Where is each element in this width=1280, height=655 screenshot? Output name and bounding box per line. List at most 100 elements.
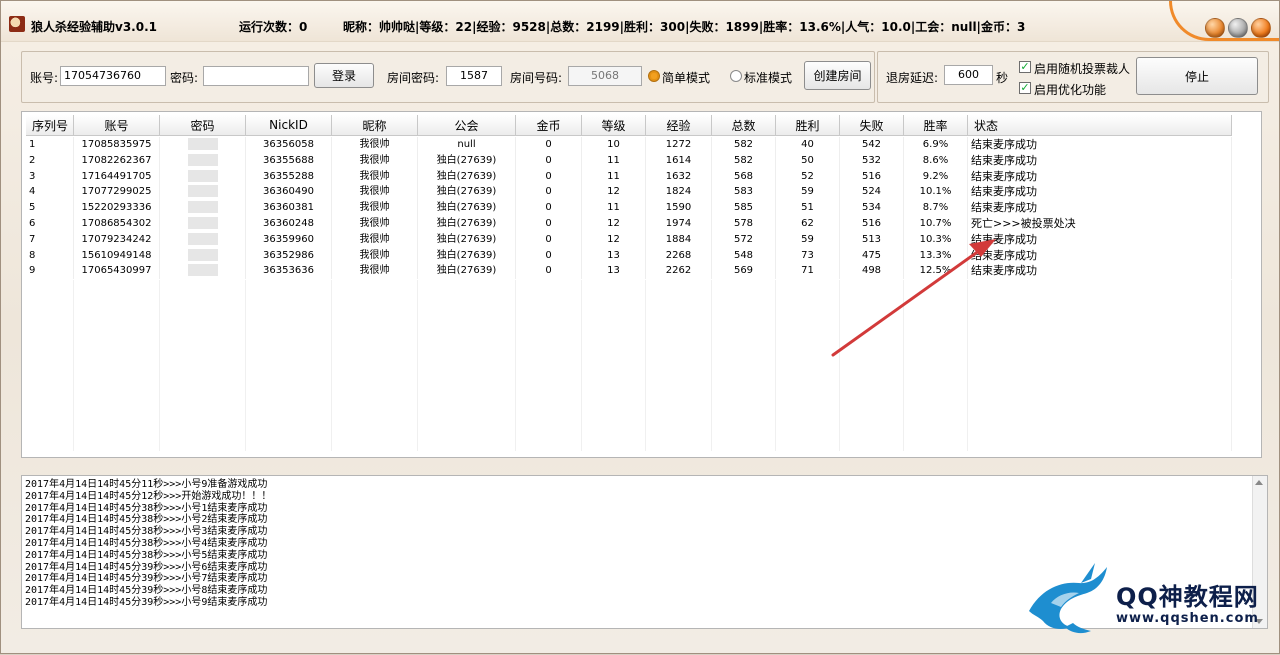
column-header[interactable]: 失败	[840, 115, 904, 136]
table-row[interactable]: 5 15220293336 36360381 我很帅 独白(27639) 0 11 1590 5…	[26, 200, 1257, 216]
column-header[interactable]: 公会	[418, 115, 516, 136]
table-cell: 11	[582, 168, 646, 185]
table-cell: 2268	[646, 247, 712, 264]
simple-mode-label: 简单模式	[662, 71, 711, 85]
scroll-up-icon[interactable]	[1255, 480, 1263, 485]
password-input[interactable]	[203, 66, 309, 86]
login-group: 账号: 17054736760 密码: 登录 房间密码: 1587 房间号码: …	[21, 51, 875, 103]
table-row[interactable]: 1 17085835975 36356058 我很帅 null 0 10 1272 582 40 5…	[26, 137, 1257, 153]
table-cell: 548	[712, 247, 776, 264]
table-cell: 513	[840, 231, 904, 248]
column-header[interactable]: 序列号	[26, 115, 74, 136]
table-cell: 0	[516, 263, 582, 280]
minimize-button[interactable]	[1205, 18, 1225, 38]
room-password-input[interactable]: 1587	[446, 66, 502, 86]
table-cell: 40	[776, 137, 840, 153]
maximize-button[interactable]	[1228, 18, 1248, 38]
account-input[interactable]: 17054736760	[60, 66, 166, 86]
empty-column	[840, 280, 904, 451]
table-cell: 582	[712, 137, 776, 153]
column-header[interactable]: 等级	[582, 115, 646, 136]
table-cell: 0	[516, 184, 582, 201]
table-cell: 1590	[646, 200, 712, 216]
empty-column	[712, 280, 776, 451]
table-cell: 10.7%	[904, 215, 968, 232]
table-row[interactable]: 8 15610949148 36352986 我很帅 独白(27639) 0 13 2268 5…	[26, 247, 1257, 264]
column-header[interactable]: 金币	[516, 115, 582, 136]
table-cell: 17079234242	[74, 231, 160, 248]
table-cell: 独白(27639)	[418, 152, 516, 169]
table-cell: 36360248	[246, 215, 332, 232]
log-line: 2017年4月14日14时45分12秒>>>开始游戏成功！！！	[25, 490, 272, 502]
empty-column	[332, 280, 418, 451]
room-number-input[interactable]: 5068	[568, 66, 642, 86]
column-header[interactable]: 总数	[712, 115, 776, 136]
table-cell: 59	[776, 231, 840, 248]
table-row[interactable]: 4 17077299025 36360490 我很帅 独白(27639) 0 12 1824 5…	[26, 184, 1257, 201]
standard-mode-label: 标准模式	[744, 71, 793, 85]
column-header[interactable]: 经验	[646, 115, 712, 136]
column-header[interactable]: 状态	[968, 115, 1232, 136]
close-button[interactable]	[1251, 18, 1271, 38]
table-cell: 498	[840, 263, 904, 280]
run-count: 运行次数：0	[239, 20, 308, 34]
table-cell: 569	[712, 263, 776, 280]
table-cell: 0	[516, 200, 582, 216]
table-row[interactable]: 9 17065430997 36353636 我很帅 独白(27639) 0 13 2262 5…	[26, 263, 1257, 280]
table-cell: 我很帅	[332, 263, 418, 280]
table-cell: 我很帅	[332, 200, 418, 216]
table-cell: 2	[26, 152, 74, 169]
column-header[interactable]: 胜率	[904, 115, 968, 136]
table-cell: 534	[840, 200, 904, 216]
room-number-label: 房间号码:	[510, 71, 563, 85]
table-row[interactable]: 6 17086854302 36360248 我很帅 独白(27639) 0 12 1974 5…	[26, 215, 1257, 232]
table-cell: 1614	[646, 152, 712, 169]
exit-delay-input[interactable]: 600	[944, 65, 993, 85]
table-cell: 0	[516, 152, 582, 169]
table-row[interactable]: 7 17079234242 36359960 我很帅 独白(27639) 0 12 1884 5…	[26, 231, 1257, 248]
optimize-label: 启用优化功能	[1034, 83, 1107, 97]
log-line: 2017年4月14日14时45分38秒>>>小号5结束麦序成功	[25, 549, 268, 561]
table-cell: 3	[26, 168, 74, 185]
table-cell: 572	[712, 231, 776, 248]
random-vote-checkbox[interactable]: ✓	[1019, 61, 1031, 73]
simple-mode-radio[interactable]	[648, 70, 660, 82]
table-cell: 结束麦序成功	[968, 184, 1232, 201]
table-cell: 50	[776, 152, 840, 169]
column-header[interactable]: NickID	[246, 115, 332, 136]
column-header[interactable]: 胜利	[776, 115, 840, 136]
table-cell: 62	[776, 215, 840, 232]
column-header[interactable]: 昵称	[332, 115, 418, 136]
optimize-checkbox[interactable]: ✓	[1019, 82, 1031, 94]
password-label: 密码:	[170, 71, 199, 85]
column-header[interactable]: 账号	[74, 115, 160, 136]
empty-column	[74, 280, 160, 451]
table-cell: 13	[582, 247, 646, 264]
table-cell: 1884	[646, 231, 712, 248]
table-row[interactable]: 2 17082262367 36355688 我很帅 独白(27639) 0 11 1614 5…	[26, 152, 1257, 169]
table-cell: 结束麦序成功	[968, 137, 1232, 153]
table-cell: 结束麦序成功	[968, 152, 1232, 169]
column-header[interactable]: 密码	[160, 115, 246, 136]
table-cell: 6	[26, 215, 74, 232]
table-cell: 51	[776, 200, 840, 216]
table-cell: 568	[712, 168, 776, 185]
table-cell: 8.6%	[904, 152, 968, 169]
empty-column	[246, 280, 332, 451]
table-body: 1 17085835975 36356058 我很帅 null 0 10 1272 582 40 5…	[26, 137, 1257, 280]
login-button[interactable]: 登录	[314, 63, 374, 88]
table-cell: 7	[26, 231, 74, 248]
dragon-logo-icon	[1029, 563, 1107, 634]
table-cell	[160, 168, 246, 185]
table-cell: 73	[776, 247, 840, 264]
watermark: QQ神教程网 www.qqshen.com	[1021, 559, 1271, 639]
exit-delay-label: 退房延迟:	[886, 71, 939, 85]
log-line: 2017年4月14日14时45分39秒>>>小号8结束麦序成功	[25, 585, 268, 597]
stop-button[interactable]: 停止	[1136, 57, 1258, 95]
table-cell: 10	[582, 137, 646, 153]
table-row[interactable]: 3 17164491705 36355288 我很帅 独白(27639) 0 11 1632 5…	[26, 168, 1257, 185]
standard-mode-radio[interactable]	[730, 70, 742, 82]
create-room-button[interactable]: 创建房间	[804, 61, 871, 90]
table-cell: 17164491705	[74, 168, 160, 185]
watermark-url: www.qqshen.com	[1116, 611, 1259, 626]
